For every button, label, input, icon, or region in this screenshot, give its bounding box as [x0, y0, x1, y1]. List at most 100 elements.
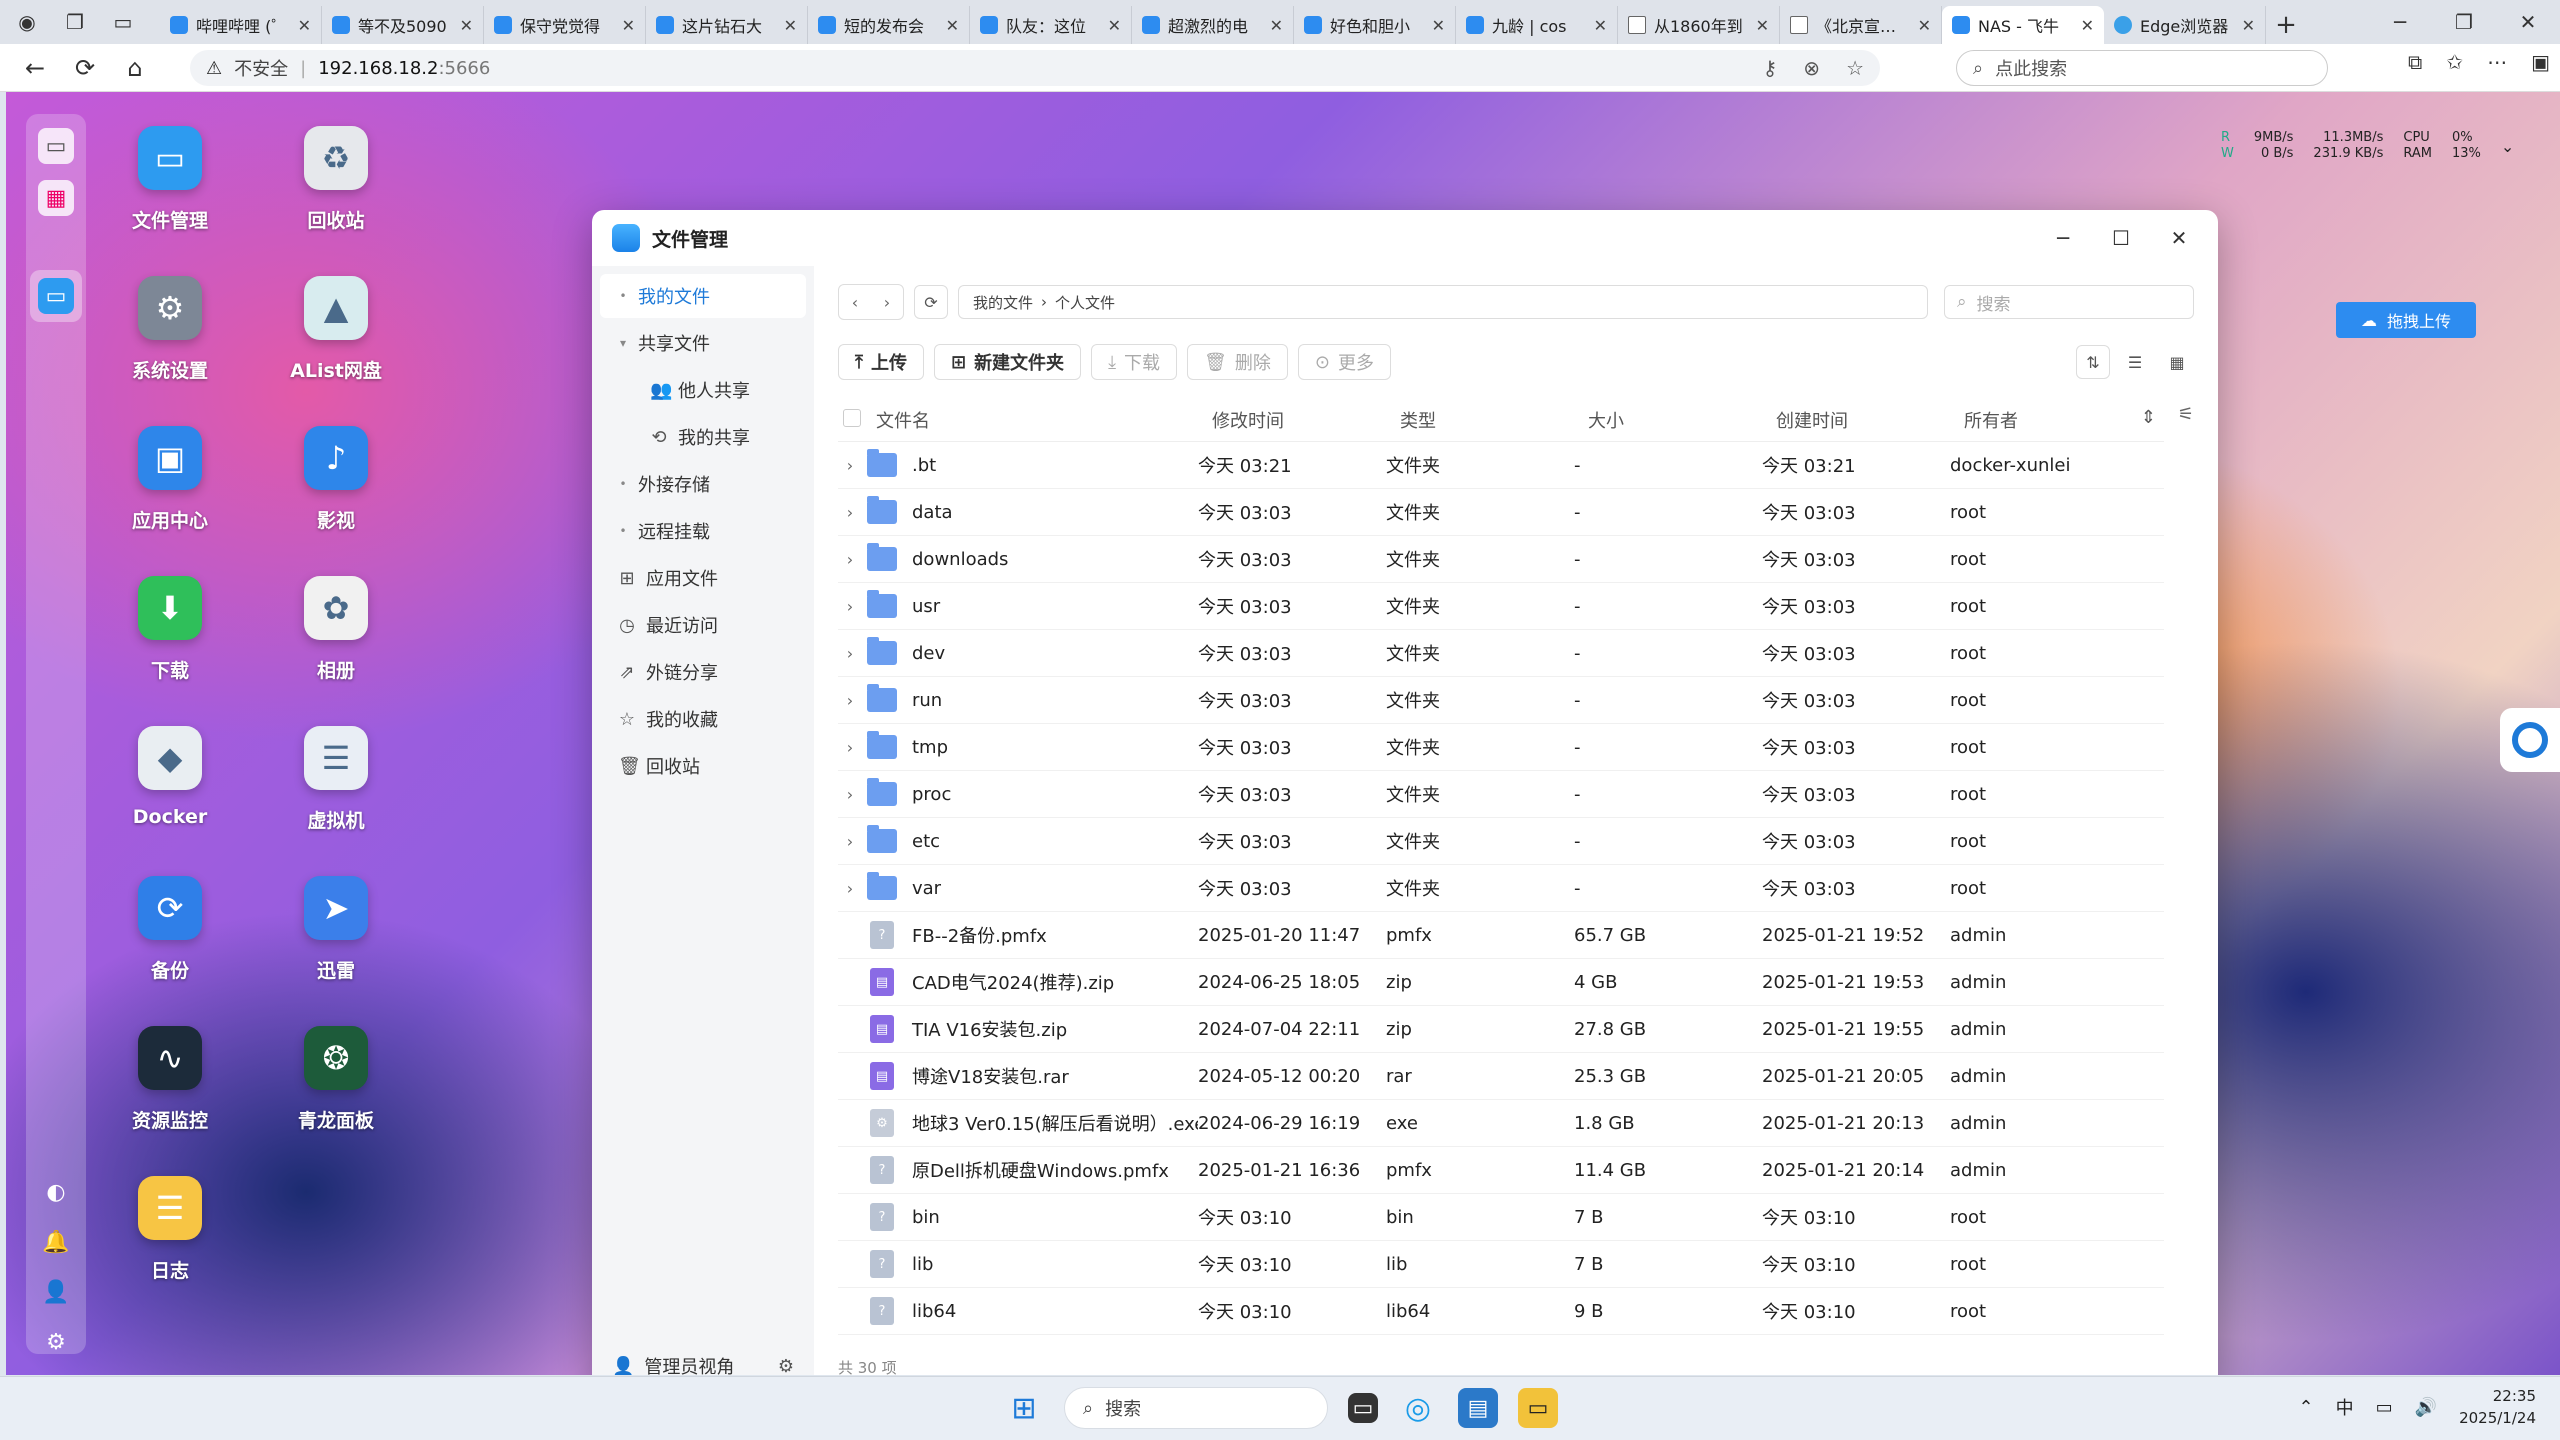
col-modified[interactable]: 修改时间	[1212, 407, 1400, 433]
desktop-app-icon[interactable]: ▭ 文件管理	[90, 126, 250, 233]
profile-icon[interactable]: ◉	[10, 5, 44, 39]
tab-close-icon[interactable]: ✕	[946, 16, 959, 35]
browser-tab[interactable]: 保守党觉得 ✕	[484, 6, 646, 44]
restore-icon[interactable]: ❐	[2432, 0, 2496, 44]
ime-indicator[interactable]: 中	[2336, 1394, 2354, 1420]
more-button[interactable]: ⊙ 更多	[1297, 344, 1391, 380]
table-row[interactable]: › etc 今天 03:03 文件夹 - 今天 03:03 root	[838, 818, 2164, 865]
sidebar-item[interactable]: ⇗ 外链分享	[600, 650, 806, 694]
dock-filemanager-icon[interactable]: ▭	[38, 278, 74, 314]
expand-chevron-icon[interactable]: ›	[838, 785, 862, 804]
upload-button[interactable]: ⤒ 上传	[838, 344, 924, 380]
select-all-checkbox[interactable]	[838, 408, 862, 431]
browser-tab[interactable]: NAS - 飞牛 ✕	[1942, 6, 2104, 44]
expand-chevron-icon[interactable]: ›	[838, 550, 862, 569]
sidebar-item[interactable]: 🗑 回收站	[600, 744, 806, 788]
list-view-icon[interactable]: ☰	[2118, 345, 2152, 379]
bell-icon[interactable]: 🔔	[38, 1224, 74, 1260]
table-row[interactable]: ⚙ 地球3 Ver0.15(解压后看说明）.exe 2024-06-29 16:19…	[838, 1100, 2164, 1147]
desktop-app-icon[interactable]: ⟳ 备份	[90, 876, 250, 983]
table-row[interactable]: › run 今天 03:03 文件夹 - 今天 03:03 root	[838, 677, 2164, 724]
desktop-app-icon[interactable]: ⚙ 系统设置	[90, 276, 250, 383]
col-size[interactable]: 大小	[1588, 407, 1776, 433]
settings-gear-icon[interactable]: ⚙	[38, 1324, 74, 1360]
sort-arrows-icon[interactable]: ⇕	[2141, 407, 2156, 428]
sidebar-item[interactable]: 👥 他人共享	[600, 368, 806, 412]
desktop-icon-monitor[interactable]: ▭	[38, 128, 74, 164]
expand-chevron-icon[interactable]: ›	[838, 738, 862, 757]
table-row[interactable]: › proc 今天 03:03 文件夹 - 今天 03:03 root	[838, 771, 2164, 818]
desktop-app-icon[interactable]: ♪ 影视	[256, 426, 416, 533]
tab-close-icon[interactable]: ✕	[1270, 16, 1283, 35]
favorite-star-icon[interactable]: ☆	[1846, 56, 1864, 80]
table-row[interactable]: › data 今天 03:03 文件夹 - 今天 03:03 root	[838, 489, 2164, 536]
back-button[interactable]: ←	[10, 46, 60, 90]
sort-icon[interactable]: ⇅	[2076, 345, 2110, 379]
workspaces-icon[interactable]: ❐	[58, 5, 92, 39]
fm-settings-icon[interactable]: ⚙	[778, 1356, 794, 1376]
desktop-app-icon[interactable]: ∿ 资源监控	[90, 1026, 250, 1133]
admin-view-footer[interactable]: 👤 管理员视角 ⚙	[592, 1344, 814, 1376]
browser-tab[interactable]: 九龄 | cos ✕	[1456, 6, 1618, 44]
browser-tab[interactable]: Edge浏览器 ✕	[2104, 6, 2266, 44]
taskbar-search[interactable]: ⌕ 搜索	[1064, 1387, 1328, 1429]
browser-tab[interactable]: 哔哩哔哩 (゜ ✕	[160, 6, 322, 44]
network-icon[interactable]: ▭	[2376, 1397, 2393, 1418]
table-row[interactable]: › downloads 今天 03:03 文件夹 - 今天 03:03 root	[838, 536, 2164, 583]
user-icon[interactable]: 👤	[38, 1274, 74, 1310]
edge-browser-icon[interactable]: ◎	[1398, 1388, 1438, 1428]
fm-refresh-icon[interactable]: ⟳	[914, 285, 948, 319]
browser-tab[interactable]: 短的发布会 ✕	[808, 6, 970, 44]
browser-tab[interactable]: 队友：这位 ✕	[970, 6, 1132, 44]
url-field[interactable]: ⚠ 不安全 | 192.168.18.2:5666 ⚷ ⊗ ☆	[190, 50, 1880, 86]
table-row[interactable]: ? lib 今天 03:10 lib 7 B 今天 03:10 root	[838, 1241, 2164, 1288]
drag-upload-button[interactable]: ☁ 拖拽上传	[2336, 302, 2476, 338]
tab-close-icon[interactable]: ✕	[1918, 16, 1931, 35]
table-row[interactable]: ▤ CAD电气2024(推荐).zip 2024-06-25 18:05 zip 4 G…	[838, 959, 2164, 1006]
tab-close-icon[interactable]: ✕	[622, 16, 635, 35]
fm-close-icon[interactable]: ✕	[2150, 220, 2208, 256]
desktop-app-icon[interactable]: ❂ 青龙面板	[256, 1026, 416, 1133]
dock-help-icon[interactable]: ◐	[38, 1174, 74, 1210]
tab-close-icon[interactable]: ✕	[2242, 16, 2255, 35]
table-row[interactable]: › var 今天 03:03 文件夹 - 今天 03:03 root	[838, 865, 2164, 912]
desktop-app-icon[interactable]: ☰ 虚拟机	[256, 726, 416, 833]
tray-overflow-icon[interactable]: ⌃	[2299, 1397, 2314, 1418]
expand-chevron-icon[interactable]: ›	[838, 879, 862, 898]
widget-collapse-icon[interactable]: ⌄	[2501, 137, 2514, 156]
desktop-app-icon[interactable]: ▲ AList网盘	[256, 276, 416, 383]
favorites-icon[interactable]: ✩	[2446, 50, 2463, 74]
clock[interactable]: 22:35 2025/1/24	[2459, 1385, 2536, 1429]
new-folder-button[interactable]: ⊞ 新建文件夹	[933, 344, 1082, 380]
fm-search-input[interactable]: ⌕ 搜索	[1944, 285, 2194, 319]
fm-minimize-icon[interactable]: ─	[2034, 220, 2092, 256]
browser-tab[interactable]: 这片钻石大 ✕	[646, 6, 808, 44]
expand-chevron-icon[interactable]: ›	[838, 597, 862, 616]
floating-assistant-button[interactable]	[2500, 708, 2560, 772]
tab-actions-icon[interactable]: ▭	[106, 5, 140, 39]
grid-view-icon[interactable]: ▦	[2160, 345, 2194, 379]
desktop-app-icon[interactable]: ☰ 日志	[90, 1176, 250, 1283]
new-tab-button[interactable]: +	[2266, 6, 2306, 44]
delete-button[interactable]: 🗑 删除	[1187, 344, 1288, 380]
expand-chevron-icon[interactable]: ›	[838, 644, 862, 663]
browser-tab[interactable]: 超激烈的电 ✕	[1132, 6, 1294, 44]
fm-maximize-icon[interactable]: ☐	[2092, 220, 2150, 256]
desktop-app-icon[interactable]: ⬇ 下载	[90, 576, 250, 683]
app-grid-icon[interactable]: ▦	[38, 180, 74, 216]
desktop-app-icon[interactable]: ◆ Docker	[90, 726, 250, 828]
desktop-app-icon[interactable]: ♻ 回收站	[256, 126, 416, 233]
col-created[interactable]: 创建时间	[1776, 407, 1964, 433]
col-type[interactable]: 类型	[1400, 407, 1588, 433]
breadcrumb-current[interactable]: 个人文件	[1055, 292, 1115, 313]
nav-forward-icon[interactable]: ›	[871, 285, 903, 319]
file-explorer-icon[interactable]: ▭	[1518, 1388, 1558, 1428]
more-menu-icon[interactable]: ⋯	[2487, 50, 2507, 74]
browser-search-box[interactable]: ⌕ 点此搜索	[1956, 50, 2328, 86]
browser-tab[interactable]: 《北京宣言》 ✕	[1780, 6, 1942, 44]
table-row[interactable]: › usr 今天 03:03 文件夹 - 今天 03:03 root	[838, 583, 2164, 630]
table-row[interactable]: ? lib64 今天 03:10 lib64 9 B 今天 03:10 root	[838, 1288, 2164, 1335]
remote-desktop-icon[interactable]: ▤	[1458, 1388, 1498, 1428]
desktop-app-icon[interactable]: ➤ 迅雷	[256, 876, 416, 983]
task-view-icon[interactable]: ▭	[1348, 1393, 1378, 1423]
